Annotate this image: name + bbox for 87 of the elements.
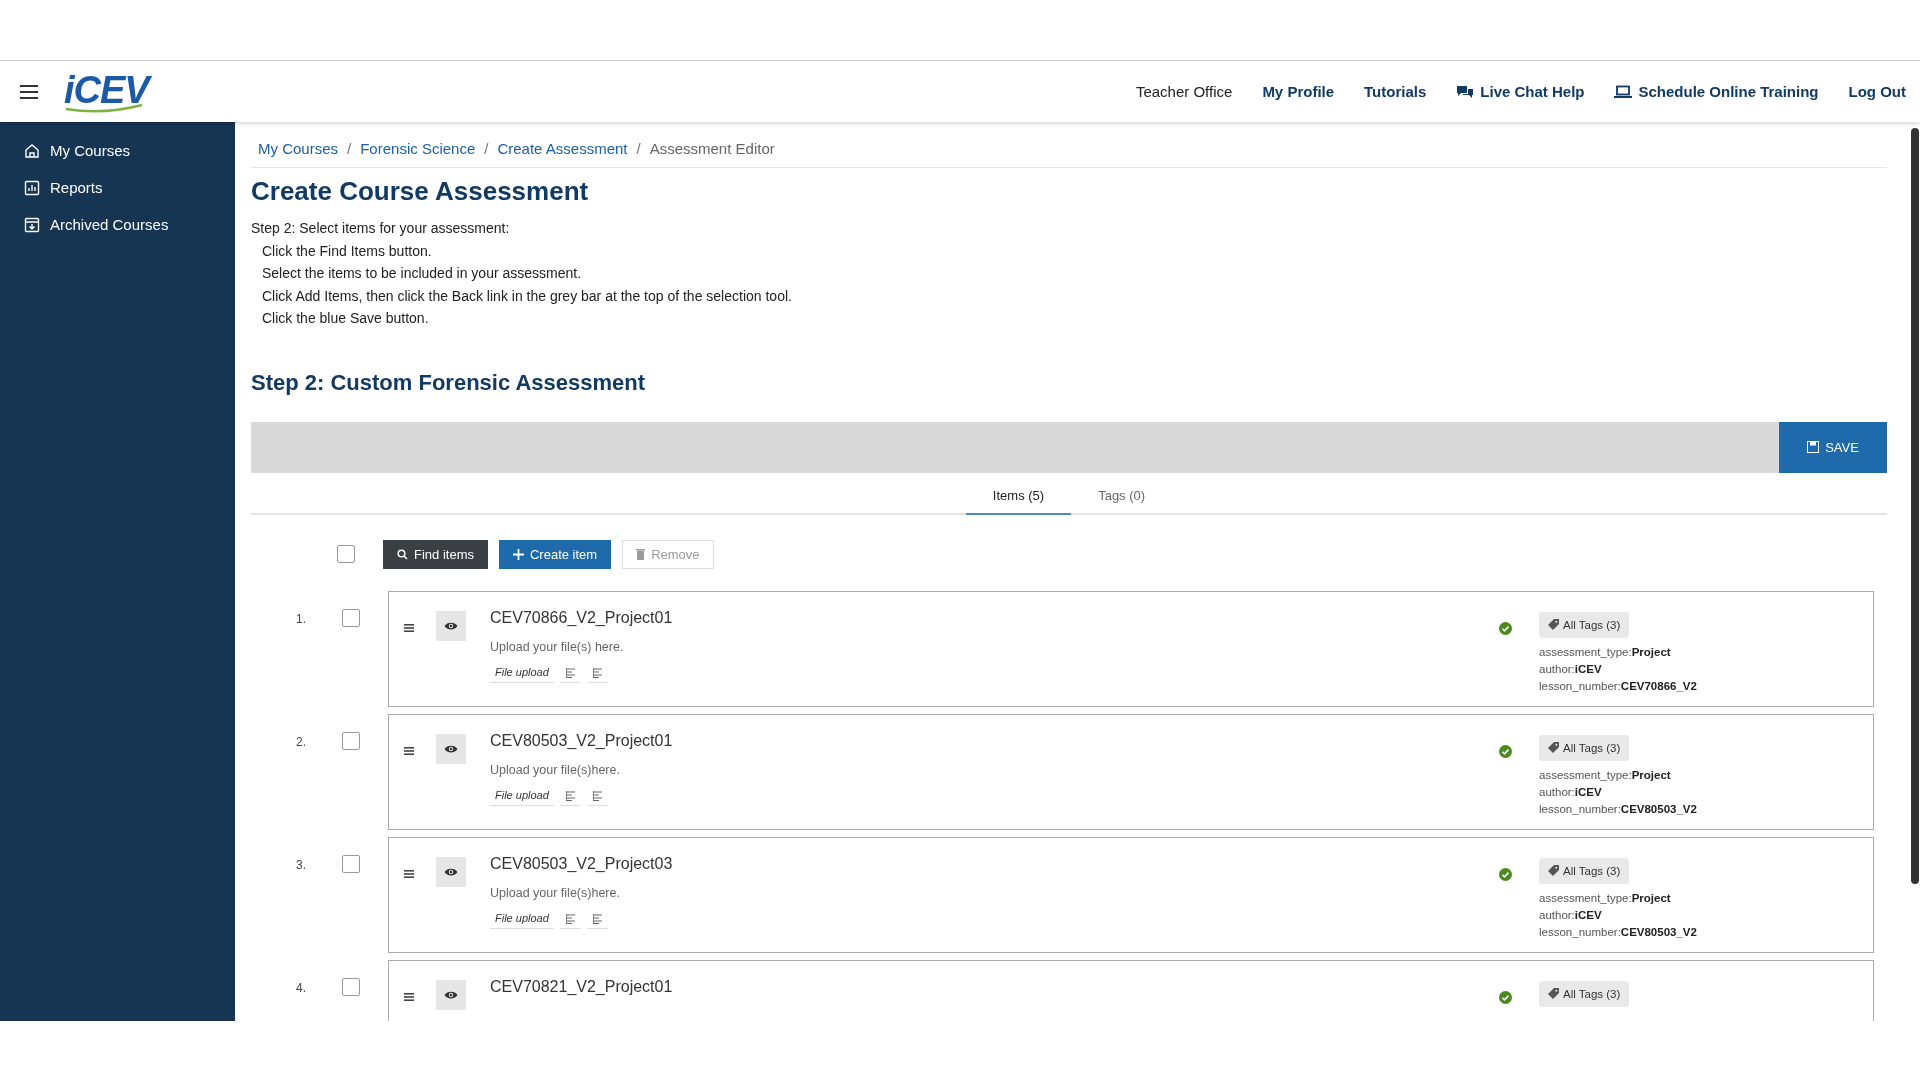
home-icon	[24, 142, 40, 159]
item-number: 1.	[295, 610, 307, 626]
eye-icon	[444, 866, 458, 877]
item-type-label: File upload	[490, 663, 554, 683]
current-page-label: Assessment Editor	[649, 140, 775, 157]
tags-button[interactable]: All Tags (3)	[1539, 611, 1630, 638]
sidebar-item[interactable]: Archived Courses	[0, 206, 235, 243]
item-checkbox[interactable]	[342, 854, 360, 873]
tags-button[interactable]: All Tags (3)	[1539, 857, 1630, 884]
item-description: Upload your file(s)here.	[490, 762, 621, 777]
item-type-label: File upload	[490, 909, 554, 929]
tag-text: author:iCEV	[1539, 784, 1603, 800]
item-title[interactable]: CEV70821_V2_Project01	[490, 977, 1499, 996]
tags-button[interactable]: All Tags (3)	[1539, 734, 1630, 761]
save-button[interactable]: SAVE	[1779, 421, 1887, 473]
tag-text: assessment_type:Project	[1539, 644, 1672, 660]
drag-handle-icon[interactable]	[404, 992, 414, 1001]
tag-text: lesson_number:CEV70866_V2	[1539, 678, 1698, 694]
instruction-step: Click Add Items, then click the Back link in the grey bar at the top of the selection tool.	[251, 284, 1887, 307]
item-title[interactable]: CEV80503_V2_Project01	[490, 731, 1499, 750]
item-checkbox[interactable]	[342, 608, 360, 627]
item-type-label: File upload	[490, 786, 554, 806]
drag-handle-icon[interactable]	[404, 746, 414, 755]
item-number: 3.	[295, 856, 307, 872]
drag-handle-icon[interactable]	[404, 623, 414, 632]
nav-link[interactable]: Schedule Online Training	[1614, 83, 1819, 100]
eye-icon	[444, 743, 458, 754]
tag-text: assessment_type:Project	[1539, 890, 1672, 906]
eye-icon	[444, 620, 458, 631]
breadcrumb-separator: /	[347, 140, 352, 157]
breadcrumb-link[interactable]: Forensic Science	[360, 140, 476, 157]
chat-icon	[1456, 84, 1475, 99]
chart-icon	[24, 179, 40, 196]
instruction-step: Select the items to be included in your assessment.	[251, 262, 1887, 285]
instruction-step: Click the blue Save button.	[251, 307, 1887, 330]
breadcrumb-separator: /	[484, 140, 489, 157]
preview-button[interactable]	[436, 856, 466, 887]
eye-icon	[444, 989, 458, 1000]
breadcrumb-link[interactable]: My Courses	[258, 140, 339, 157]
instruction-text: Step 2: Select items for your assessment:	[251, 219, 511, 238]
tag-text: author:iCEV	[1539, 907, 1603, 923]
section-title: Step 2: Custom Forensic Assessment	[251, 369, 647, 396]
save-icon	[1807, 441, 1820, 453]
nav-link[interactable]: Live Chat Help	[1456, 83, 1585, 100]
trash-icon	[636, 548, 646, 560]
laptop-icon	[1614, 84, 1633, 99]
plus-icon	[512, 548, 524, 560]
instruction-step: Click the Find Items button.	[251, 239, 1887, 262]
tag-text: lesson_number:CEV80503_V2	[1539, 924, 1698, 940]
item-checkbox[interactable]	[342, 731, 360, 750]
sidebar-item[interactable]: Reports	[0, 169, 235, 206]
tag-icon	[1548, 988, 1559, 999]
menu-icon[interactable]	[20, 84, 38, 99]
tag-icon	[1548, 619, 1559, 630]
nav-link[interactable]: Teacher Office	[1135, 83, 1233, 100]
scrollbar[interactable]	[1911, 128, 1919, 884]
item-title[interactable]: CEV70866_V2_Project01	[490, 608, 1499, 627]
toolbar-button[interactable]: Create item	[498, 539, 612, 569]
tag-text: author:iCEV	[1539, 661, 1603, 677]
tab[interactable]: Items (5)	[965, 482, 1072, 515]
item-number: 2.	[295, 733, 307, 749]
preview-button[interactable]	[436, 979, 466, 1010]
preview-button[interactable]	[436, 610, 466, 641]
tag-icon	[1548, 865, 1559, 876]
breadcrumb-link[interactable]: Create Assessment	[497, 140, 628, 157]
breadcrumb-separator: /	[636, 140, 641, 157]
drag-handle-icon[interactable]	[404, 869, 414, 878]
select-all-checkbox[interactable]	[337, 545, 355, 563]
nav-link[interactable]: My Profile	[1262, 83, 1335, 100]
search-icon	[397, 548, 408, 560]
tag-text: lesson_number:CEV80503_V2	[1539, 801, 1698, 817]
archive-icon	[24, 216, 40, 233]
item-checkbox[interactable]	[342, 977, 360, 996]
nav-link[interactable]: Log Out	[1848, 83, 1906, 100]
preview-button[interactable]	[436, 733, 466, 764]
item-title[interactable]: CEV80503_V2_Project03	[490, 854, 1499, 873]
toolbar-button[interactable]: Find items	[383, 539, 488, 569]
page-title: Create Course Assessment	[251, 176, 590, 207]
tag-icon	[1548, 742, 1559, 753]
item-description: Upload your file(s) here.	[490, 639, 625, 654]
item-description: Upload your file(s)here.	[490, 885, 621, 900]
tag-text: assessment_type:Project	[1539, 767, 1672, 783]
nav-link[interactable]: Tutorials	[1364, 83, 1427, 100]
tags-button[interactable]: All Tags (3)	[1539, 980, 1630, 1007]
item-number: 4.	[295, 979, 307, 995]
sidebar-item[interactable]: My Courses	[0, 132, 235, 169]
tab[interactable]: Tags (0)	[1071, 482, 1173, 515]
